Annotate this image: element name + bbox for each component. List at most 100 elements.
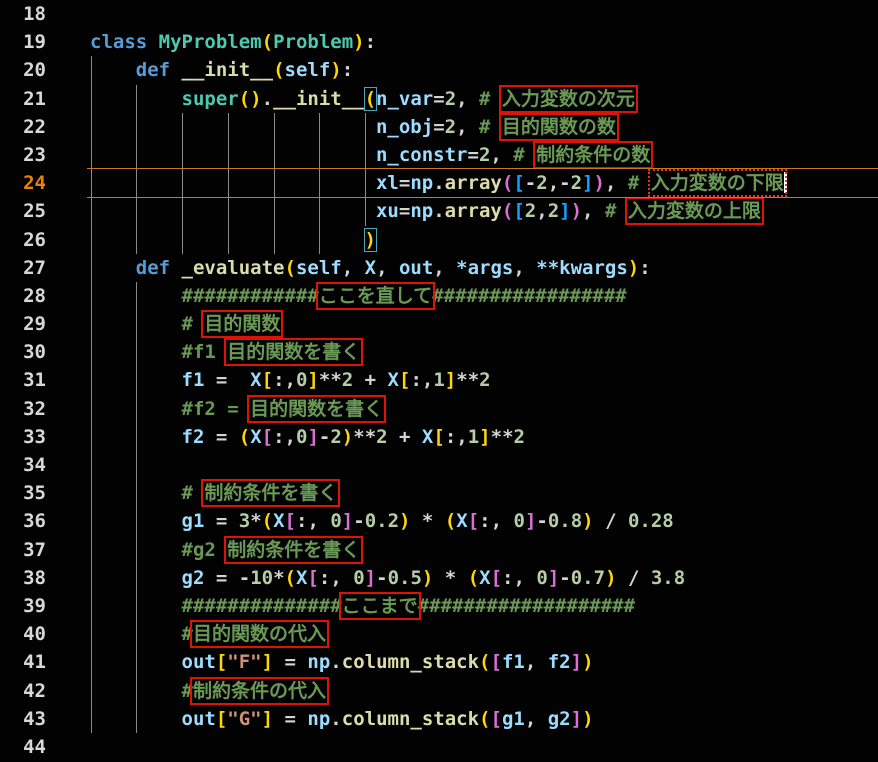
code-token: [ — [433, 426, 444, 448]
code-line-26[interactable]: ) — [90, 226, 878, 254]
line-number[interactable]: 42 — [0, 677, 46, 705]
line-number[interactable]: 38 — [0, 564, 46, 592]
code-token: # — [182, 680, 193, 702]
code-line-38[interactable]: g2 = -10*(X[:, 0]-0.5) * (X[:, 0]-0.7) /… — [90, 564, 878, 592]
code-token — [90, 623, 182, 645]
line-number[interactable]: 39 — [0, 592, 46, 620]
code-token: ] — [307, 426, 318, 448]
code-token: = — [204, 369, 250, 391]
code-line-30[interactable]: #f1 目的関数を書く — [90, 338, 878, 366]
code-token: 0 — [513, 510, 524, 532]
code-line-34[interactable] — [90, 451, 878, 479]
line-number[interactable]: 27 — [0, 254, 46, 282]
code-token — [90, 369, 182, 391]
code-token: ] — [571, 708, 582, 730]
code-token: f2 — [548, 651, 571, 673]
code-token: = — [273, 651, 307, 673]
code-token: n_constr — [376, 144, 468, 166]
code-line-27[interactable]: def _evaluate(self, X, out, *args, **kwa… — [90, 254, 878, 282]
line-number[interactable]: 28 — [0, 282, 46, 310]
code-line-43[interactable]: out["G"] = np.column_stack([g1, g2]) — [90, 705, 878, 733]
code-token: ( — [273, 59, 284, 81]
code-line-19[interactable]: class MyProblem(Problem): — [90, 28, 878, 56]
line-number[interactable]: 43 — [0, 705, 46, 733]
code-line-33[interactable]: f2 = (X[:,0]-2)**2 + X[:,1]**2 — [90, 423, 878, 451]
code-editor[interactable]: 1819202122232425262728293031323334353637… — [0, 0, 878, 762]
code-token: # — [605, 200, 628, 222]
code-line-36[interactable]: g1 = 3*(X[:, 0]-0.2) * (X[:, 0]-0.8) / 0… — [90, 507, 878, 535]
code-token: 3 — [239, 510, 250, 532]
code-token: self — [296, 257, 342, 279]
line-number[interactable]: 23 — [0, 141, 46, 169]
code-token: , — [548, 172, 559, 194]
line-number[interactable]: 19 — [0, 28, 46, 56]
code-line-44[interactable] — [90, 733, 878, 761]
line-number[interactable]: 44 — [0, 733, 46, 761]
line-number[interactable]: 32 — [0, 395, 46, 423]
code-token: * — [250, 510, 261, 532]
code-token: = — [399, 172, 410, 194]
line-number[interactable]: 37 — [0, 536, 46, 564]
code-token: xu — [376, 200, 399, 222]
code-token: () — [239, 88, 262, 110]
code-token: ) — [605, 567, 616, 589]
annotation-box: 目的関数の数 — [502, 116, 616, 138]
line-number[interactable]: 33 — [0, 423, 46, 451]
code-token: = — [399, 200, 410, 222]
editor-code-area[interactable]: class MyProblem(Problem): def __init__(s… — [90, 0, 878, 762]
line-number[interactable]: 35 — [0, 479, 46, 507]
code-token: 2 — [330, 426, 341, 448]
line-number[interactable]: 34 — [0, 451, 46, 479]
code-line-40[interactable]: #目的関数の代入 — [90, 620, 878, 648]
code-line-24[interactable]: xl=np.array([-2,-2]), # 入力変数の下限 — [90, 169, 878, 197]
code-token: xl — [376, 172, 399, 194]
code-token — [90, 426, 182, 448]
code-line-18[interactable] — [90, 0, 878, 28]
line-number[interactable]: 30 — [0, 338, 46, 366]
code-line-21[interactable]: super().__init__(n_var=2, # 入力変数の次元 — [90, 85, 878, 113]
line-number[interactable]: 20 — [0, 56, 46, 84]
code-line-35[interactable]: # 制約条件を書く — [90, 479, 878, 507]
line-number[interactable]: 40 — [0, 620, 46, 648]
code-token: g2 — [182, 567, 205, 589]
code-token: 2 — [479, 369, 490, 391]
code-line-39[interactable]: ##############ここまで################### — [90, 592, 878, 620]
code-token: = — [468, 144, 479, 166]
code-token: 2 — [376, 426, 387, 448]
code-line-31[interactable]: f1 = X[:,0]**2 + X[:,1]**2 — [90, 366, 878, 394]
line-number[interactable]: 21 — [0, 85, 46, 113]
code-line-20[interactable]: def __init__(self): — [90, 56, 878, 84]
code-token: _evaluate — [182, 257, 285, 279]
code-line-41[interactable]: out["F"] = np.column_stack([f1, f2]) — [90, 648, 878, 676]
code-token: [ — [490, 708, 501, 730]
code-line-23[interactable]: n_constr=2, # 制約条件の数 — [90, 141, 878, 169]
code-line-28[interactable]: ############ここを直して################# — [90, 282, 878, 310]
code-line-37[interactable]: #g2 制約条件を書く — [90, 536, 878, 564]
line-number[interactable]: 18 — [0, 0, 46, 28]
editor-gutter: 1819202122232425262728293031323334353637… — [0, 0, 46, 761]
line-number[interactable]: 26 — [0, 226, 46, 254]
code-line-42[interactable]: #制約条件の代入 — [90, 677, 878, 705]
code-token: , — [456, 116, 479, 138]
code-token: ############ — [182, 285, 319, 307]
code-token: # — [182, 623, 193, 645]
code-token: 2 — [342, 369, 353, 391]
line-number[interactable]: 36 — [0, 507, 46, 535]
line-number[interactable]: 24 — [0, 169, 46, 197]
code-line-32[interactable]: #f2 = 目的関数を書く — [90, 395, 878, 423]
code-token: 0.28 — [628, 510, 674, 532]
code-token: class — [90, 31, 147, 53]
code-line-25[interactable]: xu=np.array([2,2]), # 入力変数の上限 — [90, 197, 878, 225]
code-line-22[interactable]: n_obj=2, # 目的関数の数 — [90, 113, 878, 141]
line-number[interactable]: 29 — [0, 310, 46, 338]
line-number[interactable]: 22 — [0, 113, 46, 141]
code-token: super — [182, 88, 239, 110]
annotation-box: 目的関数の代入 — [193, 623, 326, 645]
line-number[interactable]: 25 — [0, 197, 46, 225]
line-number[interactable]: 41 — [0, 648, 46, 676]
line-number[interactable]: 31 — [0, 366, 46, 394]
code-token: 1 — [468, 426, 479, 448]
code-line-29[interactable]: # 目的関数 — [90, 310, 878, 338]
code-token — [90, 539, 182, 561]
code-token: 0 — [296, 369, 307, 391]
